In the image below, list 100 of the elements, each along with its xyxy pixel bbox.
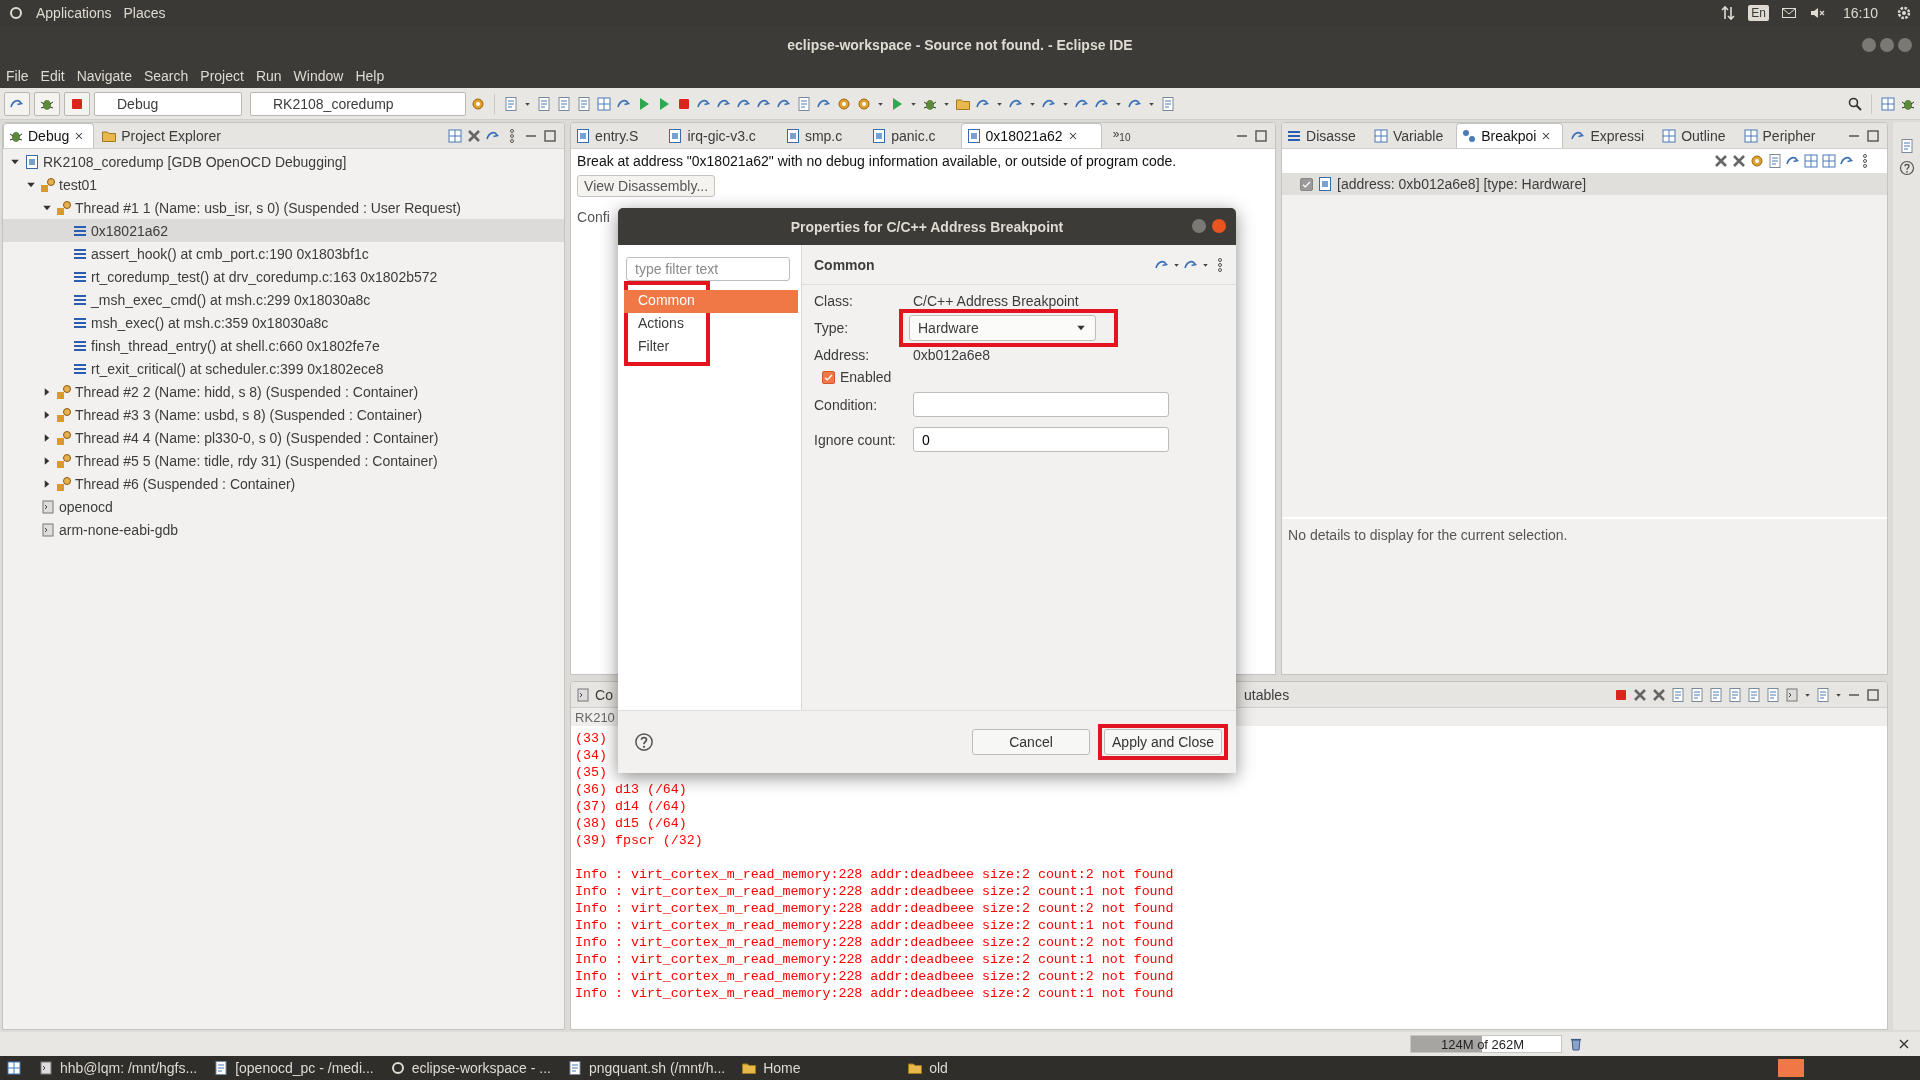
nav-item[interactable]: Actions: [624, 313, 712, 336]
launch-config-dropdown[interactable]: RK2108_coredump: [250, 91, 466, 116]
tree-item[interactable]: finsh_thread_entry() at shell.c:660 0x1802fe7e: [3, 334, 565, 357]
volume-icon[interactable]: [1808, 5, 1825, 21]
minimize-button[interactable]: [1862, 38, 1876, 52]
ignore-count-field[interactable]: 0: [913, 427, 1169, 452]
maximize-button[interactable]: [1880, 38, 1894, 52]
taskbar-item[interactable]: old: [907, 1060, 1058, 1076]
cross-icon[interactable]: [1651, 686, 1668, 703]
mail-icon[interactable]: [1780, 5, 1797, 21]
maximize-icon[interactable]: [542, 127, 559, 144]
type-dropdown[interactable]: Hardware: [909, 315, 1096, 341]
page-icon[interactable]: [1670, 686, 1687, 703]
menu-item[interactable]: Window: [293, 68, 344, 84]
tree-item[interactable]: msh_exec() at msh.c:359 0x18030a8c: [3, 311, 565, 334]
menu-item[interactable]: Edit: [40, 68, 65, 84]
editor-tab[interactable]: panic.c: [867, 123, 958, 148]
page-icon[interactable]: [576, 95, 592, 112]
cross-icon[interactable]: [466, 127, 483, 144]
page-icon[interactable]: [796, 95, 812, 112]
menu-item[interactable]: Run: [255, 68, 282, 84]
taskbar-item[interactable]: eclipse-workspace - ...: [389, 1060, 551, 1076]
maximize-icon[interactable]: [1865, 686, 1882, 703]
maximize-button[interactable]: [1192, 219, 1206, 233]
tool-button[interactable]: [34, 91, 60, 116]
tree-item[interactable]: Thread #3 3 (Name: usbd, s 8) (Suspended : Container): [3, 403, 565, 426]
page-icon[interactable]: [536, 95, 552, 112]
memory-bar[interactable]: 124M of 262M: [1410, 1035, 1562, 1053]
gear-icon[interactable]: [1749, 153, 1766, 169]
tree-item[interactable]: Thread #5 5 (Name: tidle, rdy 31) (Suspended : Container): [3, 449, 565, 472]
menu-item[interactable]: Project: [200, 68, 244, 84]
page-icon[interactable]: [1898, 138, 1915, 154]
transfer-icon[interactable]: [1720, 5, 1737, 21]
taskbar-item[interactable]: hhb@lqm: /mnt/hgfs...: [38, 1060, 198, 1076]
tree-item[interactable]: 0x18021a62: [3, 219, 565, 242]
view-tab[interactable]: Expressi: [1566, 123, 1655, 148]
checkbox[interactable]: [822, 370, 835, 384]
tree-item[interactable]: arm-none-eabi-gdb: [3, 518, 565, 541]
grid-icon[interactable]: [6, 1060, 22, 1076]
nav-item[interactable]: Filter: [624, 336, 712, 359]
tree-item[interactable]: openocd: [3, 495, 565, 518]
more-tabs-button[interactable]: »$_{10}$: [1112, 127, 1131, 144]
view-tab[interactable]: Outline: [1657, 123, 1736, 148]
tree-item[interactable]: RK2108_coredump [GDB OpenOCD Debugging]: [3, 150, 565, 173]
view-tab[interactable]: Breakpoi: [1456, 123, 1564, 148]
launch-mode-dropdown[interactable]: Debug: [94, 91, 242, 116]
menu-item[interactable]: File: [6, 68, 29, 84]
gear-icon[interactable]: [856, 95, 872, 112]
dialog-button[interactable]: Apply and Close: [1104, 729, 1222, 755]
gear-icon[interactable]: [470, 95, 486, 112]
page-icon[interactable]: [1765, 686, 1782, 703]
menu-item[interactable]: Help: [355, 68, 385, 84]
maximize-icon[interactable]: [1253, 127, 1270, 144]
view-tab[interactable]: Co: [571, 682, 613, 707]
page-icon[interactable]: [1767, 153, 1784, 169]
checkbox[interactable]: [1300, 177, 1314, 191]
menu-item[interactable]: Search: [143, 68, 189, 84]
panel-menu[interactable]: Applications: [36, 5, 112, 21]
help-icon[interactable]: [1898, 160, 1915, 176]
cross-icon[interactable]: [1632, 686, 1649, 703]
menu-item[interactable]: Navigate: [76, 68, 132, 84]
settings-icon[interactable]: [1896, 5, 1912, 21]
cross-icon[interactable]: [1731, 153, 1748, 169]
tree-item[interactable]: _msh_exec_cmd() at msh.c:299 0x18030a8c: [3, 288, 565, 311]
search-icon[interactable]: [1847, 95, 1863, 112]
page-icon[interactable]: [1689, 686, 1706, 703]
taskbar-item[interactable]: Home: [741, 1060, 892, 1076]
tool-button[interactable]: [64, 91, 90, 116]
trash-icon[interactable]: [1568, 1036, 1584, 1052]
view-disassembly-button[interactable]: View Disassembly...: [577, 175, 716, 197]
filter-field[interactable]: type filter text: [626, 257, 790, 281]
view-tab[interactable]: Disasse: [1282, 123, 1366, 148]
page-icon[interactable]: [1746, 686, 1763, 703]
condition-field[interactable]: [913, 392, 1169, 417]
page-icon[interactable]: [1708, 686, 1725, 703]
maximize-icon[interactable]: [1865, 127, 1882, 144]
close-button[interactable]: [1212, 219, 1226, 233]
panel-menu[interactable]: Places: [123, 5, 166, 21]
keyboard-indicator[interactable]: En: [1748, 5, 1769, 21]
help-icon[interactable]: [634, 732, 654, 752]
clock[interactable]: 16:10: [1842, 5, 1878, 21]
tree-item[interactable]: Thread #4 4 (Name: pl330-0, s 0) (Suspended : Container): [3, 426, 565, 449]
close-button[interactable]: [1898, 38, 1912, 52]
view-tab[interactable]: utables: [1240, 682, 1298, 707]
page-icon[interactable]: [1727, 686, 1744, 703]
view-tab[interactable]: Debug: [3, 123, 95, 148]
editor-tab[interactable]: entry.S: [571, 123, 661, 148]
tree-item[interactable]: assert_hook() at cmb_port.c:190 0x1803bf1c: [3, 242, 565, 265]
taskbar-item[interactable]: pngquant.sh (/mnt/h...: [566, 1060, 726, 1076]
cross-icon[interactable]: [1713, 153, 1730, 169]
editor-tab[interactable]: smp.c: [780, 123, 865, 148]
tree-item[interactable]: Thread #2 2 (Name: hidd, s 8) (Suspended : Container): [3, 380, 565, 403]
view-tab[interactable]: Variable: [1368, 123, 1454, 148]
view-tab[interactable]: Project Explorer: [97, 123, 229, 148]
taskbar-item[interactable]: [openocd_pc - /medi...: [213, 1060, 374, 1076]
tree-item[interactable]: rt_exit_critical() at scheduler.c:399 0x1802ece8: [3, 357, 565, 380]
tree-item[interactable]: test01: [3, 173, 565, 196]
view-tab[interactable]: Peripher: [1738, 123, 1826, 148]
tool-button[interactable]: [4, 91, 30, 116]
page-icon[interactable]: [1160, 95, 1176, 112]
